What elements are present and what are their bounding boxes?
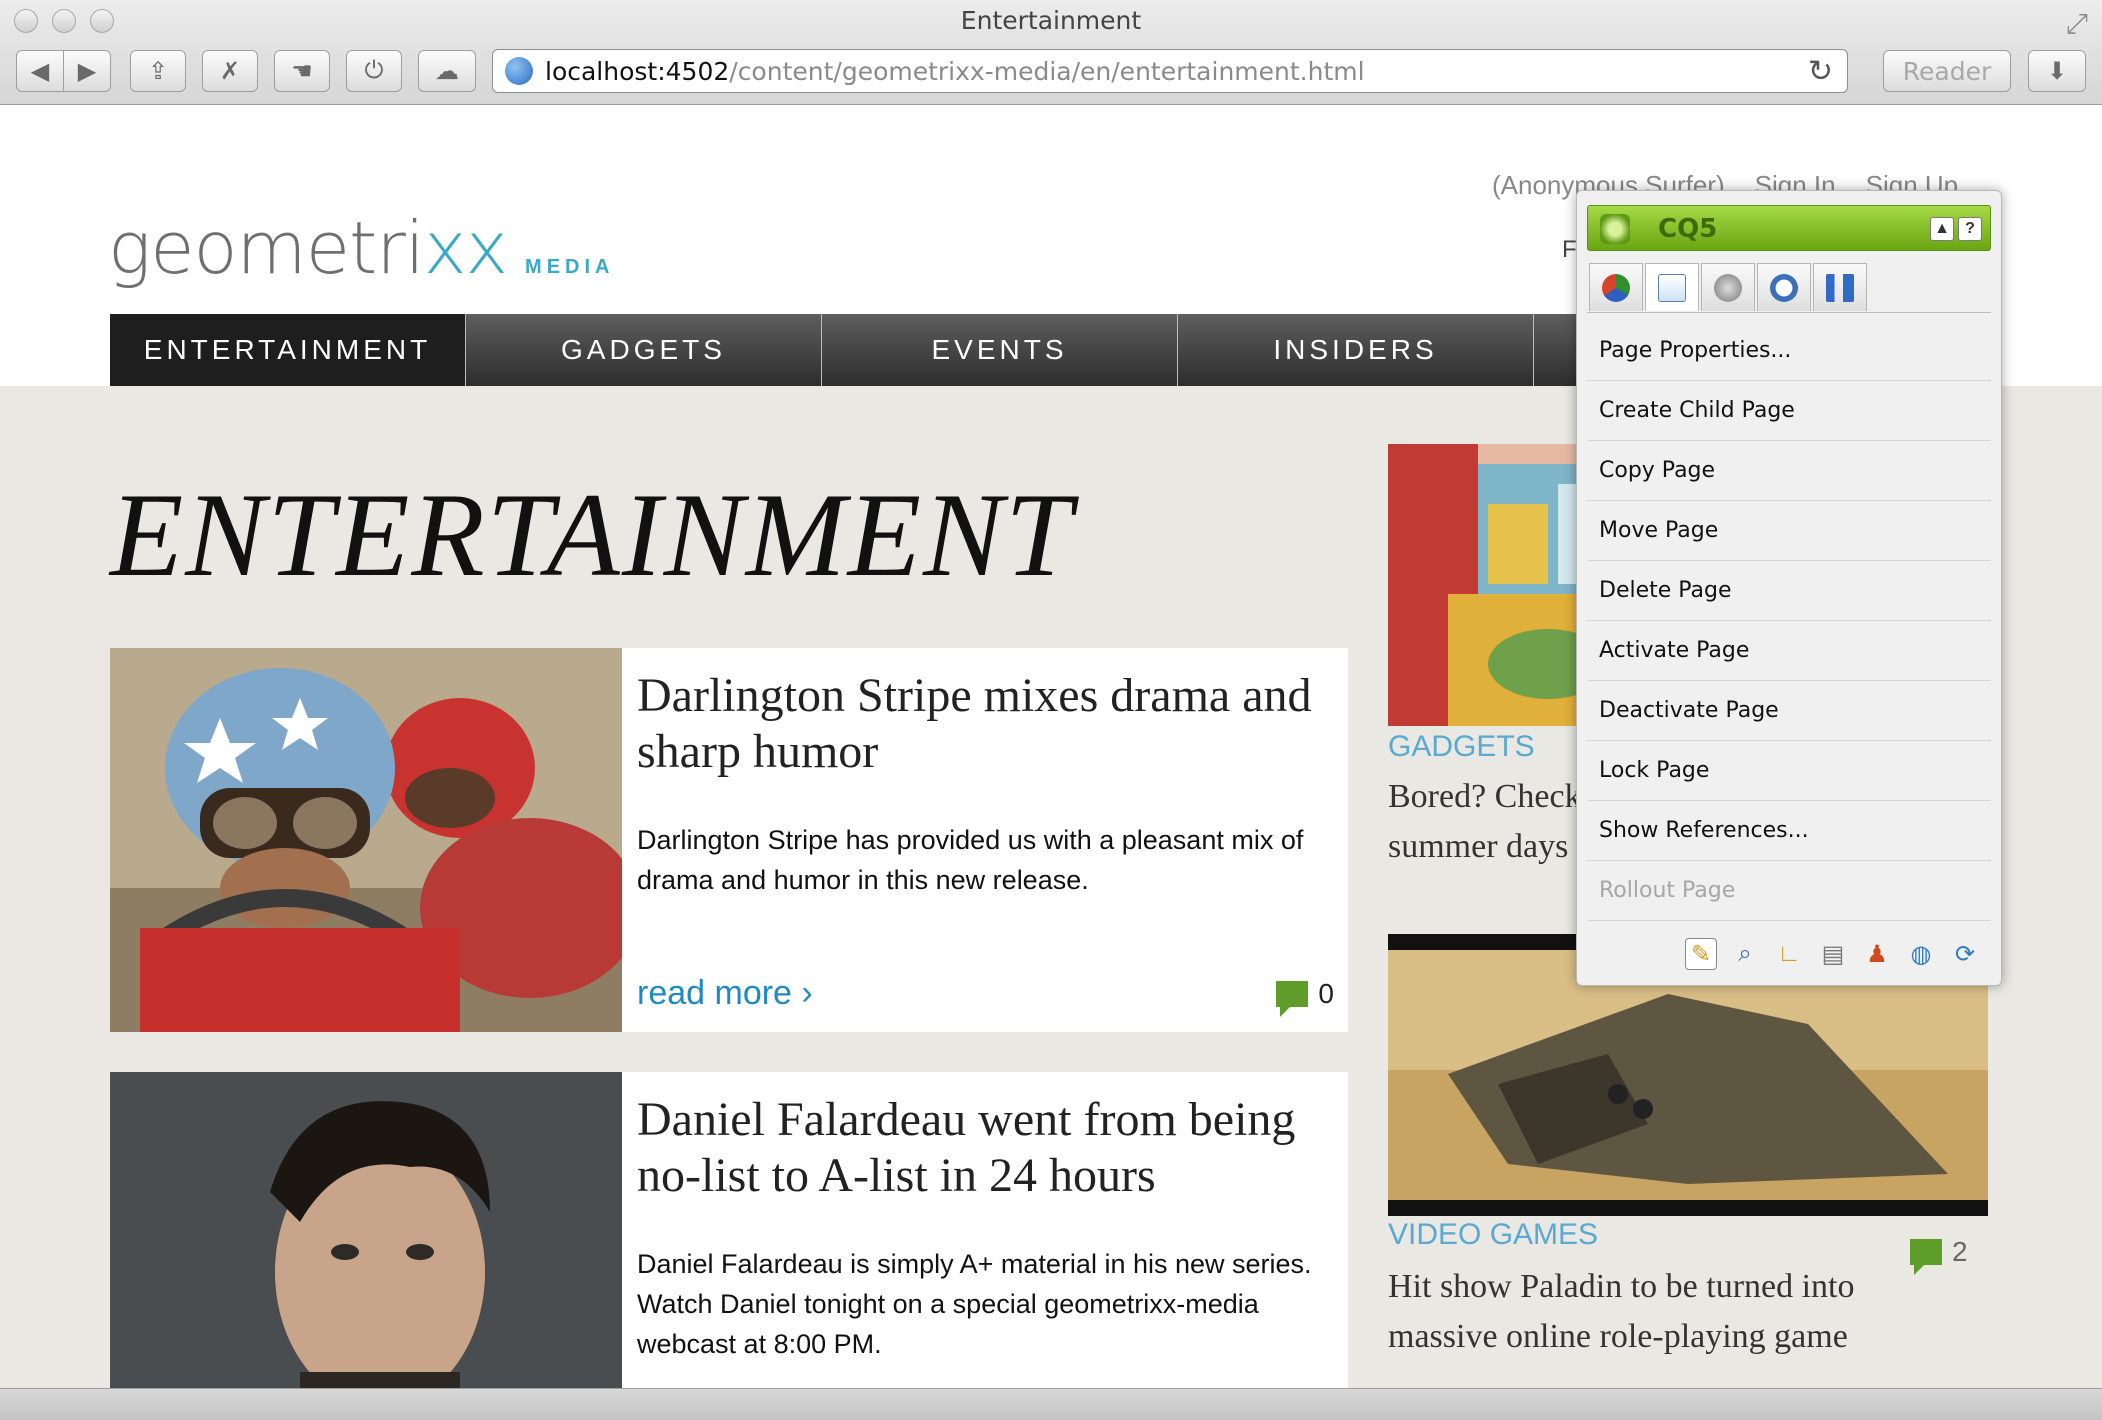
tab-versioning[interactable] (1757, 263, 1811, 311)
read-more-link[interactable]: read more › (637, 974, 813, 1013)
page-properties-item[interactable]: Page Properties... (1587, 321, 1991, 381)
nav-gadgets[interactable]: GADGETS (466, 314, 822, 386)
logo-text: geometri (108, 206, 425, 290)
download-icon: ⬇ (2046, 57, 2068, 85)
share-icon: ⇪ (147, 57, 169, 85)
nav-insiders[interactable]: INSIDERS (1178, 314, 1534, 386)
logo-xx: xx (423, 206, 508, 290)
forward-button[interactable]: ▶ (64, 57, 110, 86)
article-image-kids-racing[interactable] (110, 648, 622, 1032)
side-article-title[interactable]: Hit show Paladin to be turned into massi… (1388, 1262, 1948, 1362)
rollout-page-item: Rollout Page (1587, 861, 1991, 921)
article-summary: Darlington Stripe has provided us with a… (637, 825, 1304, 895)
globe-icon (505, 57, 533, 85)
design-icon[interactable]: ∟ (1773, 938, 1805, 970)
toolbar-tool-button[interactable]: ✗ (202, 50, 258, 92)
nav-entertainment[interactable]: ENTERTAINMENT (110, 314, 466, 386)
refresh-icon[interactable]: ⟳ (1949, 938, 1981, 970)
page-title: ENTERTAINMENT (110, 468, 1074, 601)
versioning-icon (1770, 273, 1798, 302)
deactivate-page-item[interactable]: Deactivate Page (1587, 681, 1991, 741)
logo-subtitle: MEDIA (525, 256, 615, 278)
sidekick-header[interactable]: CQ5 ▲ ? (1587, 205, 1991, 251)
magnifier-icon[interactable]: ⌕ (1729, 938, 1761, 970)
sidekick-footer-toolbar: ✎ ⌕ ∟ ▤ ♟ ◍ ⟳ (1587, 931, 1991, 977)
move-page-item[interactable]: Move Page (1587, 501, 1991, 561)
main-navigation: ENTERTAINMENT GADGETS EVENTS INSIDERS (110, 314, 1674, 386)
workflow-icon (1826, 273, 1854, 302)
page-icon (1658, 273, 1686, 302)
sidekick-tabs (1587, 263, 1991, 313)
toolbar-hand-button[interactable]: ☚ (274, 50, 330, 92)
scaffold-icon[interactable]: ▤ (1817, 938, 1849, 970)
sidekick-title: CQ5 (1658, 214, 1718, 244)
status-bar (0, 1388, 2102, 1420)
article-card: Daniel Falardeau went from being no-list… (110, 1072, 1348, 1388)
help-icon[interactable]: ? (1958, 217, 1982, 241)
client-context-icon[interactable]: ♟ (1861, 938, 1893, 970)
site-logo[interactable]: geometrixx MEDIA (108, 206, 615, 290)
back-button[interactable]: ◀ (17, 57, 63, 86)
hand-icon: ☚ (291, 57, 313, 85)
tab-components[interactable] (1589, 263, 1643, 311)
article-summary: Daniel Falardeau is simply A+ material i… (637, 1249, 1312, 1359)
article-image-portrait[interactable] (110, 1072, 622, 1388)
fullscreen-icon[interactable]: ⤢ (2066, 8, 2088, 41)
browser-toolbar: Entertainment ⤢ ◀ ▶ ⇪ ✗ ☚ ⏻ ☁ localhost:… (0, 0, 2102, 105)
crossed-tool-icon: ✗ (219, 57, 241, 85)
share-button[interactable]: ⇪ (130, 50, 186, 92)
show-references-item[interactable]: Show References... (1587, 801, 1991, 861)
tab-workflow[interactable] (1813, 263, 1867, 311)
cloud-icon: ☁ (435, 57, 459, 85)
window-title: Entertainment (960, 6, 1142, 35)
side-category[interactable]: GADGETS (1388, 730, 1535, 764)
sidekick-page-menu: Page Properties... Create Child Page Cop… (1587, 321, 1991, 921)
url-path: /content/geometrixx-media/en/entertainme… (729, 56, 1365, 86)
components-icon (1602, 273, 1630, 302)
header-truncated-link[interactable]: F (1562, 236, 1577, 264)
comment-icon (1276, 981, 1309, 1017)
back-forward-buttons: ◀ ▶ (16, 50, 111, 92)
cq5-sidekick[interactable]: CQ5 ▲ ? Page Properties... Create Child … (1576, 190, 2002, 986)
reader-button[interactable]: Reader (1883, 50, 2011, 92)
stop-icon: ⏻ (364, 57, 384, 84)
lock-icon (1714, 273, 1742, 302)
side-category[interactable]: VIDEO GAMES (1388, 1218, 1598, 1252)
collapse-icon[interactable]: ▲ (1930, 217, 1954, 241)
address-bar[interactable]: localhost:4502 /content/geometrixx-media… (492, 49, 1848, 93)
nav-events[interactable]: EVENTS (822, 314, 1178, 386)
toolbar-stop-button[interactable]: ⏻ (346, 50, 402, 92)
article-card: Darlington Stripe mixes drama and sharp … (110, 648, 1348, 1032)
downloads-button[interactable]: ⬇ (2028, 50, 2086, 92)
activate-page-item[interactable]: Activate Page (1587, 621, 1991, 681)
article-title[interactable]: Darlington Stripe mixes drama and sharp … (637, 668, 1337, 780)
article-title[interactable]: Daniel Falardeau went from being no-list… (637, 1092, 1337, 1204)
url-host: localhost:4502 (545, 56, 730, 86)
reload-icon[interactable]: ↻ (1808, 54, 1833, 89)
lock-page-item[interactable]: Lock Page (1587, 741, 1991, 801)
create-child-page-item[interactable]: Create Child Page (1587, 381, 1991, 441)
copy-page-item[interactable]: Copy Page (1587, 441, 1991, 501)
toolbar-cloud-button[interactable]: ☁ (418, 50, 476, 92)
comment-count-value: 2 (1952, 1236, 1968, 1267)
comment-count-value: 0 (1318, 978, 1334, 1009)
cq5-logo-icon (1600, 214, 1630, 244)
globe-icon[interactable]: ◍ (1905, 938, 1937, 970)
tab-lock[interactable] (1701, 263, 1755, 311)
pencil-icon[interactable]: ✎ (1685, 938, 1717, 970)
tab-page[interactable] (1645, 263, 1699, 311)
comment-count[interactable]: 0 (1276, 978, 1334, 1017)
delete-page-item[interactable]: Delete Page (1587, 561, 1991, 621)
